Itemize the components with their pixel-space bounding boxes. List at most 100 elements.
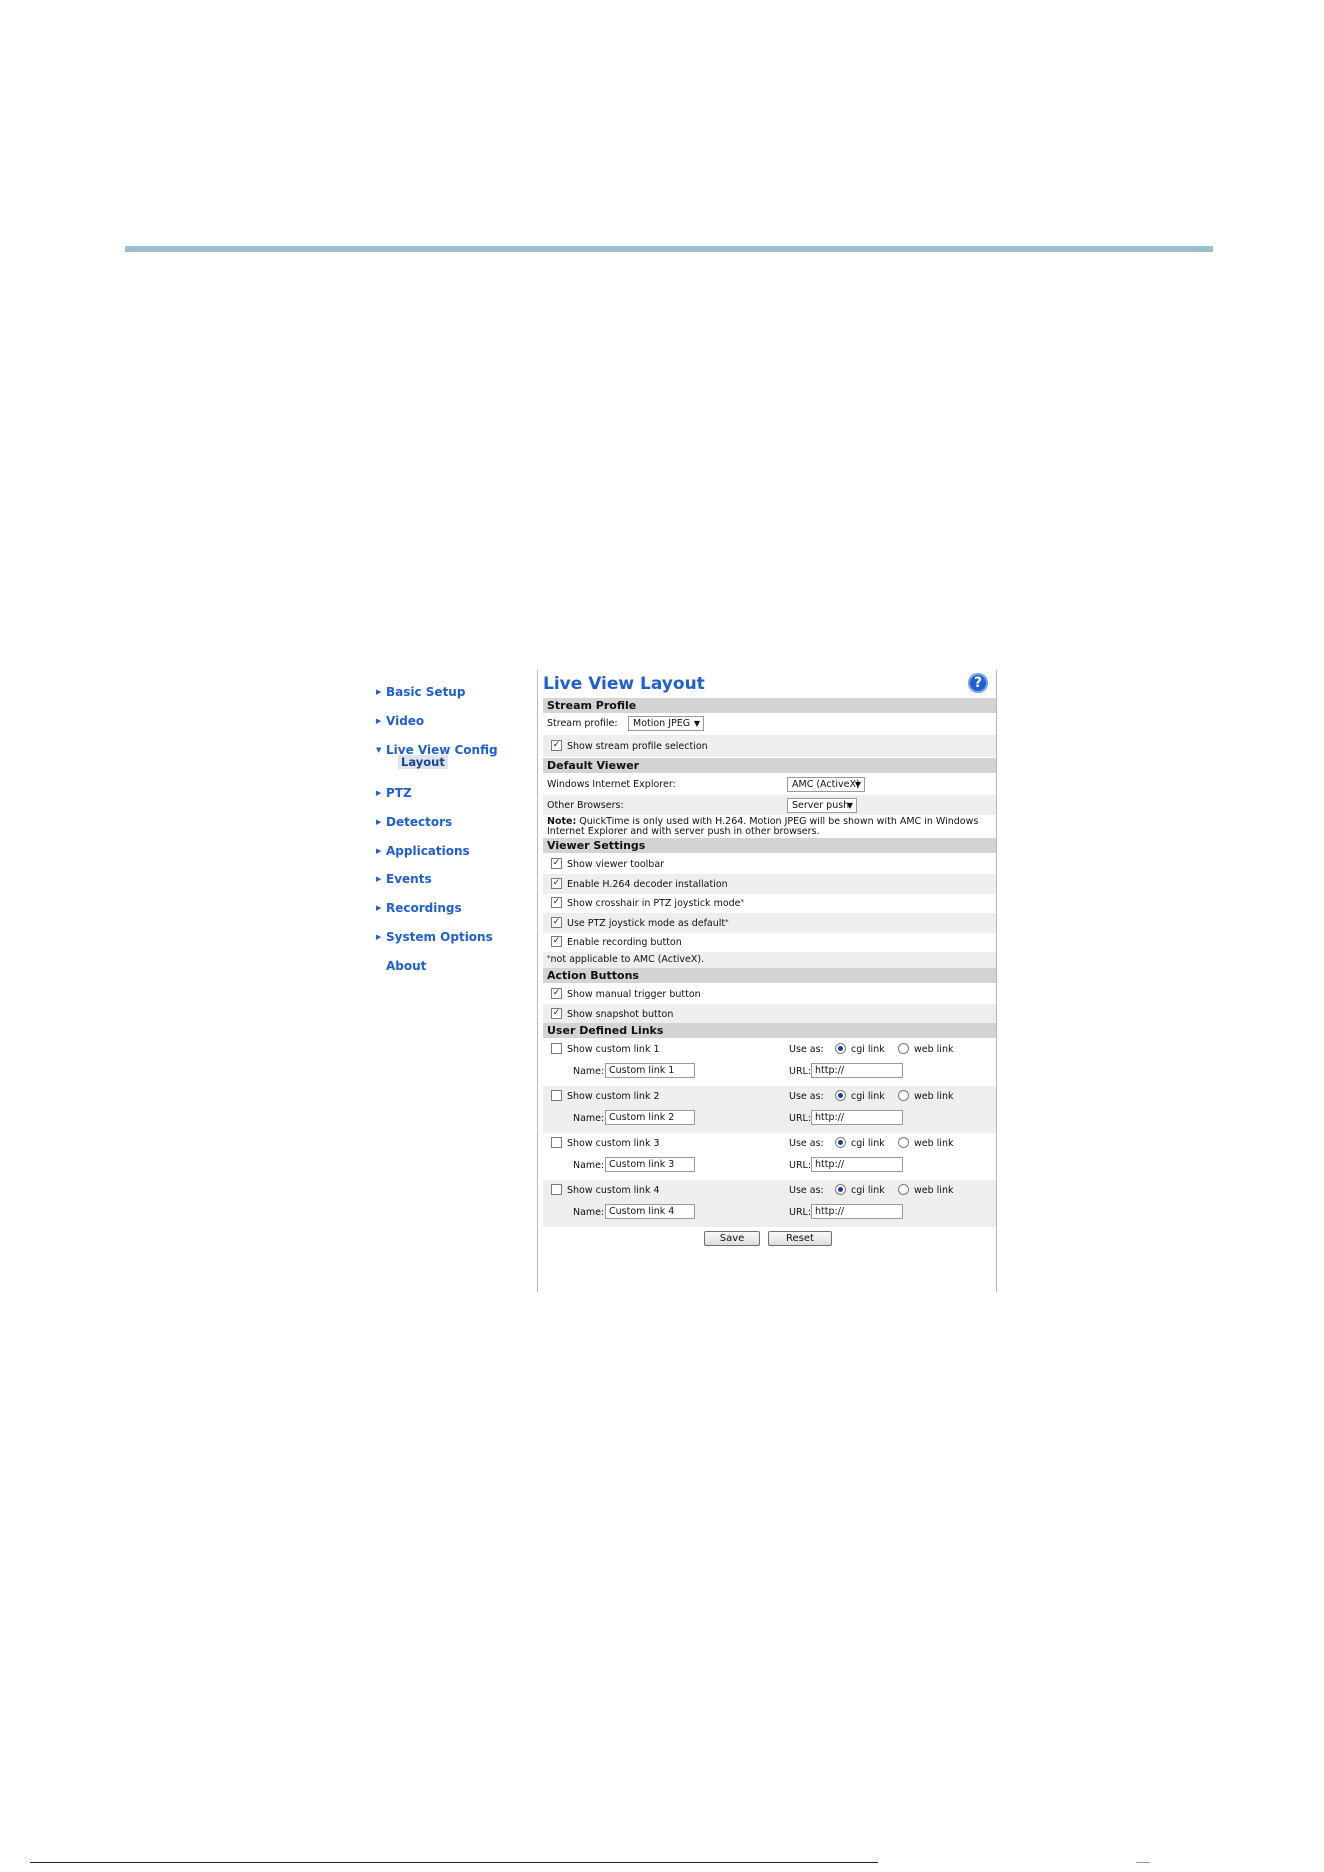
cgi-link-radio[interactable] xyxy=(835,1184,846,1195)
custom-link-name-input[interactable]: Custom link 3 xyxy=(605,1157,695,1172)
chevron-right-icon: ▶ xyxy=(376,933,382,941)
use-as-label: Use as: xyxy=(789,1185,824,1196)
custom-link-label: Show custom link 1 xyxy=(567,1044,660,1055)
chevron-down-icon: ▼ xyxy=(376,746,382,754)
viewer-setting-row: Show viewer toolbar xyxy=(543,854,996,874)
show-crosshair-checkbox[interactable] xyxy=(551,897,562,908)
sidebar-item-basic-setup[interactable]: ▶ Basic Setup xyxy=(376,683,465,701)
sidebar: ▶ Basic Setup ▶ Video ▼ Live View Config La… xyxy=(372,670,538,1292)
section-header-user-links: User Defined Links xyxy=(543,1023,996,1038)
page-title: Live View Layout xyxy=(543,674,705,694)
chevron-right-icon: ▶ xyxy=(376,789,382,797)
viewer-setting-label: Show crosshair in PTZ joystick mode xyxy=(567,898,741,909)
sidebar-item-applications[interactable]: ▶ Applications xyxy=(376,842,470,860)
action-button-label: Show manual trigger button xyxy=(567,989,701,1000)
name-label: Name: xyxy=(573,1066,605,1077)
ie-viewer-label: Windows Internet Explorer: xyxy=(547,779,676,790)
show-custom-link-checkbox[interactable] xyxy=(551,1090,562,1101)
sidebar-item-detectors[interactable]: ▶ Detectors xyxy=(376,813,452,831)
viewer-setting-row: Show crosshair in PTZ joystick mode* xyxy=(543,894,996,913)
sidebar-item-video[interactable]: ▶ Video xyxy=(376,712,424,730)
use-as-label: Use as: xyxy=(789,1138,824,1149)
cgi-link-label: cgi link xyxy=(851,1185,885,1196)
bottom-rule xyxy=(30,1862,878,1863)
chevron-right-icon: ▶ xyxy=(376,875,382,883)
viewer-setting-label: Enable recording button xyxy=(567,937,682,948)
reset-button[interactable]: Reset xyxy=(768,1231,832,1246)
cgi-link-radio[interactable] xyxy=(835,1090,846,1101)
show-custom-link-checkbox[interactable] xyxy=(551,1184,562,1195)
enable-h264-checkbox[interactable] xyxy=(551,878,562,889)
show-custom-link-checkbox[interactable] xyxy=(551,1043,562,1054)
use-as-label: Use as: xyxy=(789,1044,824,1055)
web-link-radio[interactable] xyxy=(898,1090,909,1101)
custom-link-name-input[interactable]: Custom link 2 xyxy=(605,1110,695,1125)
sidebar-item-ptz[interactable]: ▶ PTZ xyxy=(376,784,412,802)
viewer-setting-row: Use PTZ joystick mode as default* xyxy=(543,913,996,933)
viewer-setting-row: Enable recording button xyxy=(543,933,996,952)
web-link-label: web link xyxy=(914,1091,954,1102)
top-rule xyxy=(125,246,1213,252)
cgi-link-label: cgi link xyxy=(851,1138,885,1149)
chevron-right-icon: ▶ xyxy=(376,717,382,725)
custom-link-block: Show custom link 2 Use as: cgi link web … xyxy=(543,1086,996,1133)
stream-profile-select[interactable]: Motion JPEG ▼ xyxy=(628,716,704,731)
action-button-row: Show manual trigger button xyxy=(543,984,996,1004)
save-button[interactable]: Save xyxy=(704,1231,760,1246)
enable-recording-checkbox[interactable] xyxy=(551,936,562,947)
ie-viewer-select[interactable]: AMC (ActiveX) ▼ xyxy=(787,777,865,792)
show-viewer-toolbar-checkbox[interactable] xyxy=(551,858,562,869)
section-header-default-viewer: Default Viewer xyxy=(543,758,996,773)
cgi-link-label: cgi link xyxy=(851,1091,885,1102)
chevron-down-icon: ▼ xyxy=(846,801,853,810)
action-button-label: Show snapshot button xyxy=(567,1009,674,1020)
web-link-label: web link xyxy=(914,1138,954,1149)
show-custom-link-checkbox[interactable] xyxy=(551,1137,562,1148)
viewer-setting-label: Use PTZ joystick mode as default xyxy=(567,918,726,929)
web-link-radio[interactable] xyxy=(898,1043,909,1054)
custom-link-url-input[interactable]: http:// xyxy=(811,1110,903,1125)
viewer-note: Note: QuickTime is only used with H.264.… xyxy=(543,816,996,838)
section-header-viewer-settings: Viewer Settings xyxy=(543,838,996,853)
action-button-row: Show snapshot button xyxy=(543,1004,996,1023)
chevron-down-icon: ▼ xyxy=(854,780,861,789)
web-link-radio[interactable] xyxy=(898,1184,909,1195)
custom-link-label: Show custom link 3 xyxy=(567,1138,660,1149)
custom-link-block: Show custom link 1 Use as: cgi link web … xyxy=(543,1039,996,1086)
show-stream-profile-label: Show stream profile selection xyxy=(567,741,708,752)
show-snapshot-checkbox[interactable] xyxy=(551,1008,562,1019)
other-browsers-select[interactable]: Server push ▼ xyxy=(787,798,857,813)
asterisk: * xyxy=(725,918,729,926)
sidebar-item-recordings[interactable]: ▶ Recordings xyxy=(376,899,462,917)
section-header-action-buttons: Action Buttons xyxy=(543,968,996,983)
bottom-rule-tail xyxy=(1136,1862,1150,1863)
sidebar-item-events[interactable]: ▶ Events xyxy=(376,870,432,888)
sidebar-subitem-layout[interactable]: Layout xyxy=(398,755,448,769)
web-link-radio[interactable] xyxy=(898,1137,909,1148)
use-joystick-default-checkbox[interactable] xyxy=(551,917,562,928)
cgi-link-radio[interactable] xyxy=(835,1137,846,1148)
show-stream-profile-checkbox[interactable] xyxy=(551,740,562,751)
use-as-label: Use as: xyxy=(789,1091,824,1102)
url-label: URL: xyxy=(789,1207,812,1218)
show-manual-trigger-checkbox[interactable] xyxy=(551,988,562,999)
asterisk: * xyxy=(740,898,745,906)
cgi-link-radio[interactable] xyxy=(835,1043,846,1054)
note-text: QuickTime is only used with H.264. Motio… xyxy=(547,817,979,837)
other-browsers-row: Other Browsers: Server push ▼ xyxy=(543,795,996,815)
stream-profile-row: Stream profile: Motion JPEG ▼ xyxy=(543,714,996,735)
name-label: Name: xyxy=(573,1113,605,1124)
sidebar-item-system-options[interactable]: ▶ System Options xyxy=(376,928,493,946)
web-link-label: web link xyxy=(914,1044,954,1055)
sidebar-item-about[interactable]: ▶About xyxy=(376,957,426,975)
url-label: URL: xyxy=(789,1066,812,1077)
custom-link-url-input[interactable]: http:// xyxy=(811,1204,903,1219)
custom-link-label: Show custom link 4 xyxy=(567,1185,660,1196)
custom-link-url-input[interactable]: http:// xyxy=(811,1157,903,1172)
url-label: URL: xyxy=(789,1160,812,1171)
custom-link-url-input[interactable]: http:// xyxy=(811,1063,903,1078)
help-icon[interactable]: ? xyxy=(968,673,988,693)
custom-link-name-input[interactable]: Custom link 4 xyxy=(605,1204,695,1219)
footnote-text: not applicable to AMC (ActiveX). xyxy=(550,954,705,965)
custom-link-name-input[interactable]: Custom link 1 xyxy=(605,1063,695,1078)
